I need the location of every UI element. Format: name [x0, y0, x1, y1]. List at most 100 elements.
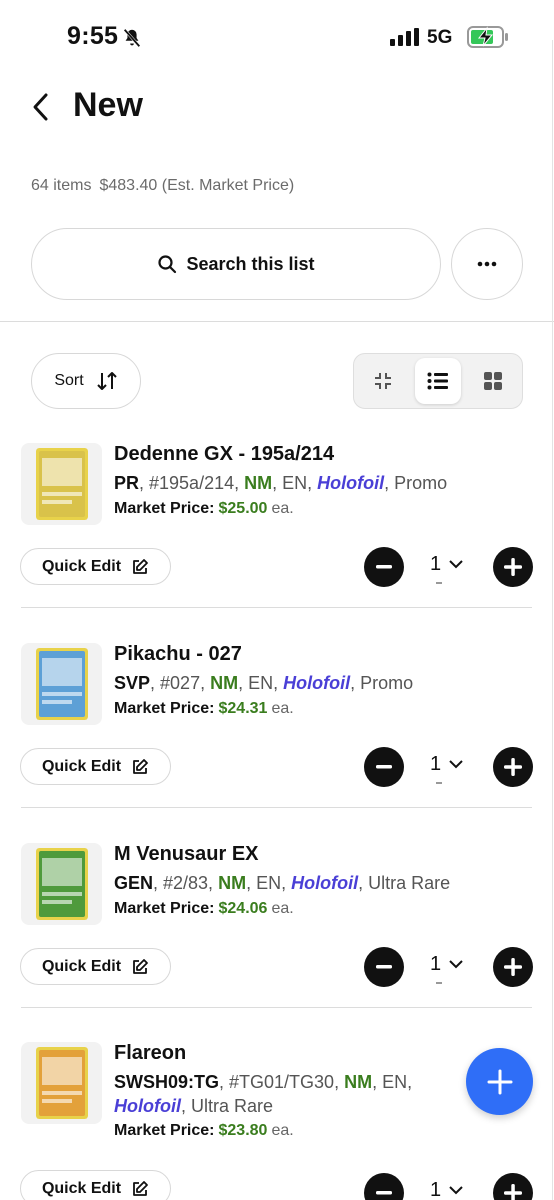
list-summary: 64 items $483.40 (Est. Market Price)	[31, 177, 294, 195]
condition: NM	[218, 873, 247, 893]
plus-icon	[487, 1069, 512, 1094]
card-details: SVP, #027, NM, EN, Holofoil, Promo	[114, 671, 454, 695]
add-item-button[interactable]	[466, 1048, 533, 1115]
set-code: GEN	[114, 873, 154, 893]
card-image	[35, 1047, 88, 1119]
cellular-signal-icon	[390, 28, 419, 46]
chevron-down-icon	[449, 960, 463, 969]
quick-edit-button[interactable]: Quick Edit	[20, 548, 171, 585]
quantity-dropdown[interactable]: 1	[430, 753, 463, 776]
view-mode-toggle	[353, 353, 523, 409]
language: , EN,	[272, 473, 318, 493]
finish: Holofoil	[114, 1096, 181, 1116]
market-price: Market Price: $24.06 ea.	[114, 900, 294, 918]
quick-edit-button[interactable]: Quick Edit	[20, 1170, 171, 1200]
more-options-button[interactable]	[451, 228, 523, 300]
edit-icon	[133, 558, 148, 574]
chevron-down-icon	[449, 560, 463, 569]
language: , EN,	[246, 873, 292, 893]
quantity-dropdown[interactable]: 1	[430, 553, 463, 576]
ellipsis-icon	[477, 261, 497, 267]
card-image	[35, 848, 88, 920]
minus-icon	[376, 1191, 392, 1195]
finish: Holofoil	[283, 673, 351, 693]
card-thumbnail[interactable]	[21, 1042, 102, 1124]
quantity-dropdown[interactable]: 1	[430, 953, 463, 976]
card-thumbnail[interactable]	[21, 443, 102, 525]
screen-edge-divider	[552, 40, 553, 1200]
card-name[interactable]: Pikachu - 027	[114, 643, 242, 666]
list-icon	[427, 372, 448, 390]
language: , EN,	[238, 673, 284, 693]
row-divider	[21, 1007, 532, 1008]
network-label: 5G	[427, 27, 453, 48]
row-divider	[21, 607, 532, 608]
sort-button[interactable]: Sort	[31, 353, 141, 409]
back-chevron-icon[interactable]	[28, 90, 54, 124]
market-price: Market Price: $24.31 ea.	[114, 700, 294, 718]
market-price-value: $23.80	[218, 1122, 268, 1139]
increase-quantity-button[interactable]	[493, 547, 533, 587]
market-price-label: Market Price:	[114, 1122, 215, 1139]
list-view-button[interactable]	[415, 358, 461, 404]
quantity-value: 1	[430, 953, 442, 975]
card-image	[35, 448, 88, 520]
quantity-value: 1	[430, 1179, 442, 1200]
quantity-underline	[436, 582, 442, 584]
sort-label: Sort	[54, 372, 84, 389]
increase-quantity-button[interactable]	[493, 947, 533, 987]
page-title: New	[73, 86, 143, 124]
quantity-underline	[436, 782, 442, 784]
list-item[interactable]: M Venusaur EX GEN, #2/83, NM, EN, Holofoi…	[0, 843, 552, 1043]
finish: Holofoil	[291, 873, 359, 893]
quantity-dropdown[interactable]: 1	[430, 1179, 463, 1200]
card-name[interactable]: M Venusaur EX	[114, 843, 259, 866]
set-code: SWSH09:TG	[114, 1072, 220, 1092]
card-thumbnail[interactable]	[21, 843, 102, 925]
plus-icon	[504, 1184, 522, 1200]
finish: Holofoil	[317, 473, 385, 493]
rarity: , Ultra Rare	[358, 873, 451, 893]
quick-edit-button[interactable]: Quick Edit	[20, 948, 171, 985]
card-number: , #2/83,	[153, 873, 219, 893]
list-item[interactable]: Dedenne GX - 195a/214 PR, #195a/214, NM, …	[0, 443, 552, 643]
quantity-underline	[436, 982, 442, 984]
edit-icon	[133, 758, 148, 774]
search-list-button[interactable]: Search this list	[31, 228, 441, 300]
decrease-quantity-button[interactable]	[364, 747, 404, 787]
increase-quantity-button[interactable]	[493, 747, 533, 787]
quick-edit-label: Quick Edit	[41, 757, 122, 775]
battery-charging-icon	[467, 26, 508, 48]
grid-view-button[interactable]	[470, 358, 516, 404]
decrease-quantity-button[interactable]	[364, 947, 404, 987]
item-count: 64 items	[31, 177, 92, 194]
minus-icon	[376, 765, 392, 769]
rarity: , Ultra Rare	[180, 1096, 274, 1116]
market-price: Market Price: $23.80 ea.	[114, 1122, 294, 1140]
decrease-quantity-button[interactable]	[364, 1173, 404, 1200]
status-time: 9:55	[67, 22, 119, 50]
increase-quantity-button[interactable]	[493, 1173, 533, 1200]
plus-icon	[504, 558, 522, 576]
set-code: SVP	[114, 673, 151, 693]
condition: NM	[244, 473, 273, 493]
grid-icon	[484, 372, 502, 390]
quick-edit-button[interactable]: Quick Edit	[20, 748, 171, 785]
minus-icon	[376, 565, 392, 569]
market-price-value: $24.06	[218, 900, 268, 917]
plus-icon	[504, 758, 522, 776]
header-divider	[0, 321, 554, 322]
card-name[interactable]: Flareon	[114, 1042, 186, 1065]
card-name[interactable]: Dedenne GX - 195a/214	[114, 443, 334, 466]
market-price-label: Market Price:	[114, 500, 215, 517]
card-details: PR, #195a/214, NM, EN, Holofoil, Promo	[114, 471, 454, 495]
card-thumbnail[interactable]	[21, 643, 102, 725]
quick-edit-label: Quick Edit	[41, 1179, 122, 1197]
condition: NM	[210, 673, 239, 693]
list-item[interactable]: Pikachu - 027 SVP, #027, NM, EN, Holofoil…	[0, 643, 552, 843]
decrease-quantity-button[interactable]	[364, 547, 404, 587]
price-unit: ea.	[271, 500, 294, 517]
row-divider	[21, 807, 532, 808]
edit-icon	[133, 1180, 148, 1196]
compact-view-button[interactable]	[360, 358, 406, 404]
